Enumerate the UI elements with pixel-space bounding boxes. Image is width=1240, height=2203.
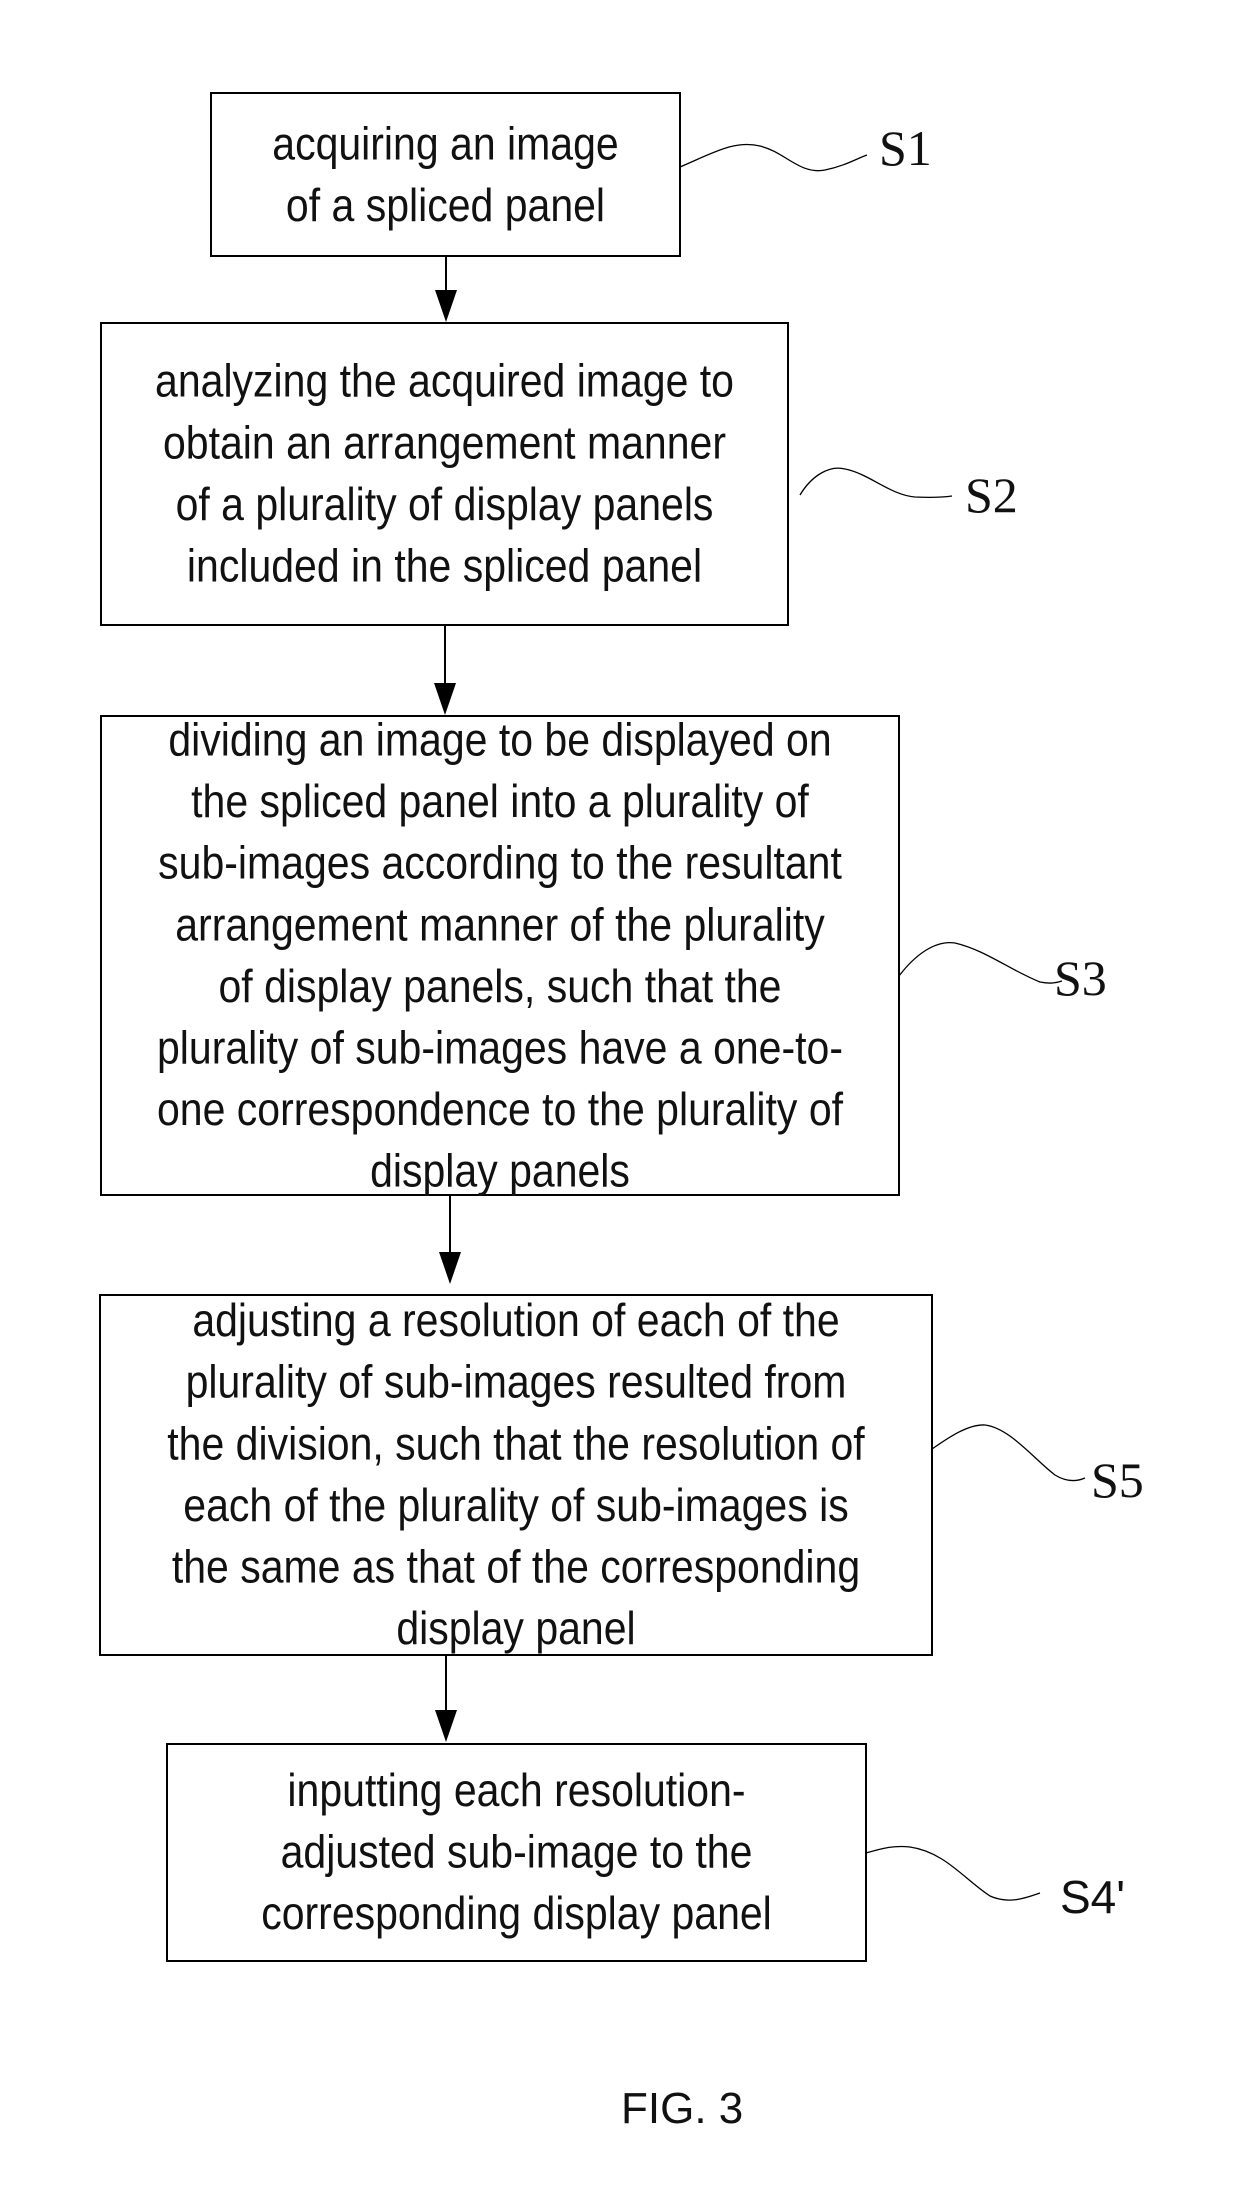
step-box-s4prime: inputting each resolution- adjusted sub-… <box>166 1743 867 1962</box>
leader-line-s2 <box>799 467 953 499</box>
leader-line-s1 <box>679 143 868 172</box>
step-label-s5: S5 <box>1091 1452 1144 1508</box>
step-label-s1: S1 <box>879 120 932 176</box>
leader-line-s4prime <box>865 1845 1041 1901</box>
step-text-s5: adjusting a resolution of each of the pl… <box>167 1294 865 1655</box>
step-text-s4prime: inputting each resolution- adjusted sub-… <box>261 1764 772 1940</box>
flowchart-canvas: acquiring an image of a spliced panel an… <box>0 0 1240 2203</box>
step-label-s2: S2 <box>965 467 1018 523</box>
step-text-s2: analyzing the acquired image to obtain a… <box>155 355 734 592</box>
figure-caption: FIG. 3 <box>621 2084 744 2133</box>
arrow-s5-to-s4prime <box>435 1655 457 1742</box>
arrow-s3-to-s5 <box>439 1195 461 1284</box>
leader-line-s5 <box>931 1424 1086 1482</box>
step-box-s1: acquiring an image of a spliced panel <box>210 92 681 257</box>
step-text-s3: dividing an image to be displayed on the… <box>156 713 844 1197</box>
step-text-s1: acquiring an image of a spliced panel <box>272 117 619 231</box>
step-label-s4prime: S4' <box>1060 1871 1126 1923</box>
step-label-s3: S3 <box>1054 950 1107 1006</box>
arrow-s1-to-s2 <box>435 256 457 322</box>
step-box-s2: analyzing the acquired image to obtain a… <box>100 322 789 626</box>
step-box-s5: adjusting a resolution of each of the pl… <box>99 1294 933 1656</box>
arrow-s2-to-s3 <box>434 625 456 715</box>
step-box-s3: dividing an image to be displayed on the… <box>100 714 900 1196</box>
leader-line-s3 <box>898 942 1063 984</box>
